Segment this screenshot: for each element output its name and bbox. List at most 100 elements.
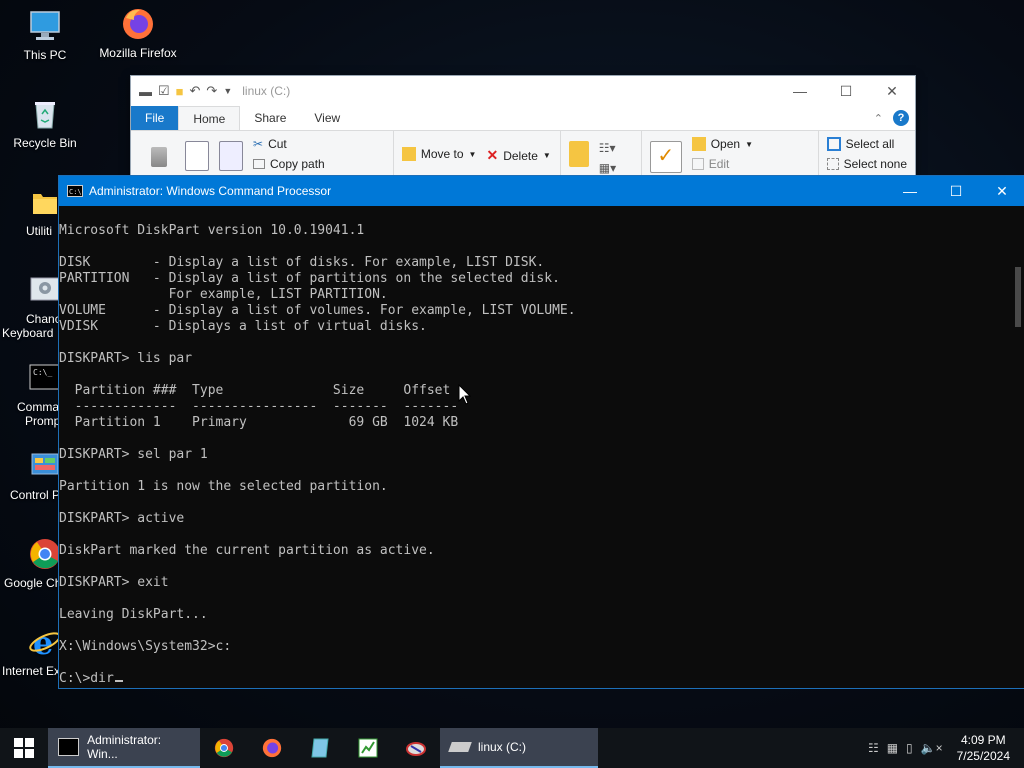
new-folder-big-icon[interactable]: [568, 141, 589, 167]
desktop-icon-this-pc[interactable]: This PC: [2, 8, 88, 62]
taskbar-item-explorer[interactable]: linux (C:): [440, 728, 598, 768]
command-prompt-window[interactable]: C:\ Administrator: Windows Command Proce…: [58, 175, 1024, 689]
minimize-button[interactable]: —: [887, 183, 933, 200]
console-line: VDISK - Displays a list of virtual disks…: [59, 319, 427, 334]
delete-icon: ✕: [486, 147, 499, 163]
windows-logo-icon: [14, 738, 34, 758]
close-button[interactable]: ✕: [979, 183, 1024, 200]
console-output[interactable]: Microsoft DiskPart version 10.0.19041.1 D…: [59, 207, 1007, 688]
explorer-titlebar[interactable]: ▬ ☑ ■ ↶ ↷ ▼ linux (C:) — ☐ ✕: [131, 76, 915, 106]
easy-access-icon[interactable]: ▦▾: [599, 161, 616, 175]
copy-path-label: Copy path: [270, 157, 325, 171]
chevron-up-icon[interactable]: ⌃: [874, 112, 883, 125]
select-all-button[interactable]: Select all: [826, 137, 907, 151]
new-folder-icon[interactable]: ■: [176, 84, 184, 99]
text-cursor: [114, 680, 123, 682]
desktop-icon-label: This PC: [23, 48, 67, 62]
new-item-icon[interactable]: ☷▾: [599, 141, 616, 155]
edit-label: Edit: [708, 157, 730, 171]
clock-date: 7/25/2024: [956, 749, 1010, 763]
cut-button[interactable]: ✂ Cut: [253, 137, 325, 151]
taskbar-chart-app[interactable]: [344, 728, 392, 768]
select-all-icon: [826, 137, 841, 151]
prompt-text: C:\>dir: [59, 671, 114, 686]
usb-device-icon[interactable]: ▯: [906, 741, 913, 755]
console-line: DiskPart marked the current partition as…: [59, 543, 435, 558]
console-line: Partition ### Type Size Offset: [59, 383, 451, 398]
system-tray: ☷ ▦ ▯ 🔈× 4:09 PM 7/25/2024: [868, 732, 1024, 764]
taskbar-item-label: linux (C:): [478, 740, 527, 754]
cmd-window-icon: C:\: [67, 185, 83, 197]
taskbar: Administrator: Win... linux (C:) ☷ ▦ ▯ 🔈…: [0, 728, 1024, 768]
properties-big-icon[interactable]: ✓: [649, 141, 682, 173]
console-line: DISKPART> sel par 1: [59, 447, 208, 462]
tab-file[interactable]: File: [131, 106, 179, 130]
cmd-titlebar[interactable]: C:\ Administrator: Windows Command Proce…: [59, 176, 1024, 206]
desktop-icon-label: Mozilla Firefox: [99, 46, 177, 60]
move-to-button[interactable]: Move to ▼: [401, 147, 476, 161]
select-none-icon: [826, 158, 839, 170]
volume-muted-icon[interactable]: 🔈×: [921, 741, 943, 755]
taskbar-tool[interactable]: [392, 728, 440, 768]
console-line: Partition 1 Primary 69 GB 1024 KB: [59, 415, 459, 430]
maximize-button[interactable]: ☐: [933, 183, 979, 200]
firefox-icon: [262, 738, 282, 758]
notepad-icon: [311, 738, 329, 758]
console-line: PARTITION - Display a list of partitions…: [59, 271, 560, 286]
close-button[interactable]: ✕: [869, 83, 915, 100]
select-all-label: Select all: [845, 137, 895, 151]
taskbar-firefox[interactable]: [248, 728, 296, 768]
scrollbar-thumb[interactable]: [1015, 267, 1021, 327]
redo-icon[interactable]: ↷: [206, 83, 217, 99]
network-icon[interactable]: ☷: [868, 741, 879, 755]
edit-button[interactable]: Edit: [691, 157, 753, 171]
help-button[interactable]: ?: [893, 110, 909, 126]
taskbar-item-cmd[interactable]: Administrator: Win...: [48, 728, 200, 768]
clock[interactable]: 4:09 PM 7/25/2024: [951, 732, 1016, 764]
drive-taskbar-icon: [448, 742, 472, 752]
chrome-icon: [214, 738, 234, 758]
desktop-icon-firefox[interactable]: Mozilla Firefox: [95, 6, 181, 60]
taskbar-notepad[interactable]: [296, 728, 344, 768]
drive-icon: ▬: [139, 83, 152, 99]
delete-button[interactable]: ✕ Delete ▼: [486, 147, 550, 164]
console-line: ------------- ---------------- ------- -…: [59, 399, 459, 414]
color-icon[interactable]: ▦: [887, 741, 898, 755]
quick-access-toolbar: ▬ ☑ ■ ↶ ↷ ▼: [131, 83, 232, 99]
maximize-button[interactable]: ☐: [823, 83, 869, 100]
vertical-scrollbar[interactable]: [1008, 207, 1024, 688]
open-button[interactable]: Open ▼: [691, 137, 753, 151]
select-none-button[interactable]: Select none: [826, 157, 907, 171]
start-button[interactable]: [0, 728, 48, 768]
console-line: VOLUME - Display a list of volumes. For …: [59, 303, 576, 318]
paste-icon[interactable]: [219, 141, 243, 171]
tab-home[interactable]: Home: [178, 106, 241, 130]
svg-text:C:\_: C:\_: [33, 368, 52, 377]
explorer-title: linux (C:): [242, 84, 291, 98]
console-line: Leaving DiskPart...: [59, 607, 208, 622]
properties-icon[interactable]: ☑: [158, 83, 170, 99]
taskbar-chrome[interactable]: [200, 728, 248, 768]
console-prompt-line[interactable]: C:\>dir: [59, 671, 1007, 687]
firefox-icon: [120, 6, 156, 42]
tab-view[interactable]: View: [300, 106, 354, 130]
desktop-icon-recycle-bin[interactable]: Recycle Bin: [2, 96, 88, 150]
console-line: Microsoft DiskPart version 10.0.19041.1: [59, 223, 365, 238]
move-to-label: Move to: [420, 147, 464, 161]
clock-time: 4:09 PM: [960, 733, 1006, 747]
ribbon-tabs: File Home Share View ⌃ ?: [131, 106, 915, 130]
copy-path-icon: [253, 159, 265, 169]
copy-icon[interactable]: [185, 141, 209, 171]
customize-qat-icon[interactable]: ▼: [223, 86, 232, 96]
copy-path-button[interactable]: Copy path: [253, 157, 325, 171]
minimize-button[interactable]: —: [777, 83, 823, 100]
move-to-icon: [401, 147, 416, 161]
undo-icon[interactable]: ↶: [190, 83, 201, 99]
tool-app-icon: [406, 742, 426, 756]
tab-share[interactable]: Share: [240, 106, 300, 130]
pin-icon[interactable]: [151, 147, 167, 167]
